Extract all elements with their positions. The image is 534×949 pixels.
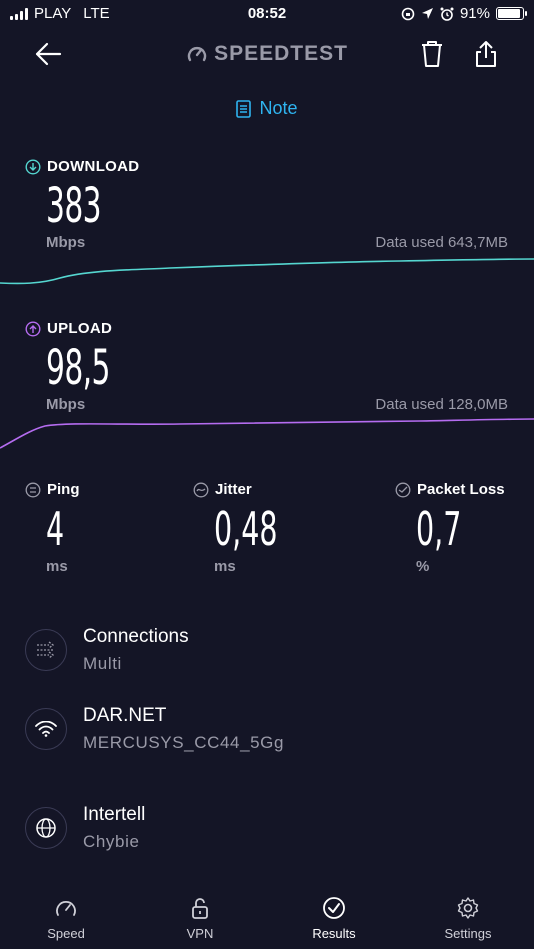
battery-icon [496, 7, 527, 20]
speedtest-logo-icon [187, 47, 207, 62]
packet-loss-label-text: Packet Loss [417, 481, 505, 498]
battery-fill [498, 9, 520, 18]
connections-row: Connections Multi [25, 625, 505, 675]
wifi-icon [35, 721, 57, 737]
tab-results-label: Results [312, 926, 356, 941]
download-data-used: Data used 643,7MB [375, 234, 508, 251]
network-row: DAR.NET MERCUSYS_CC44_5Gg [25, 704, 505, 754]
upload-arrow-icon [25, 320, 41, 337]
ping-label-text: Ping [47, 481, 80, 498]
connections-title: Connections [83, 626, 189, 647]
provider-sub: Chybie [83, 832, 140, 851]
tab-results[interactable]: Results [274, 896, 394, 941]
status-bar: PLAY LTE 08:52 91% [0, 0, 534, 28]
delete-button[interactable] [416, 38, 448, 70]
upload-label: UPLOAD [25, 320, 112, 337]
battery-percent: 91% [459, 5, 490, 22]
jitter-label: Jitter [193, 481, 252, 498]
upload-label-text: UPLOAD [47, 320, 113, 337]
tab-settings[interactable]: Settings [408, 896, 528, 941]
jitter-label-text: Jitter [215, 481, 252, 498]
provider-title: Intertell [83, 804, 146, 825]
app-header: SPEEDTEST [0, 30, 534, 80]
upload-value: 98,5 [46, 340, 110, 396]
brand-name: SPEEDTEST [214, 42, 348, 65]
location-icon [421, 8, 433, 19]
jitter-value: 0,48 [214, 502, 278, 556]
globe-icon [36, 818, 56, 838]
globe-icon-circle [25, 807, 67, 849]
jitter-icon [193, 482, 209, 497]
provider-row: Intertell Chybie [25, 803, 505, 853]
ping-icon [25, 482, 41, 497]
note-icon [236, 99, 252, 118]
connections-icon [37, 641, 55, 659]
packet-loss-unit: % [416, 558, 430, 575]
download-label-text: DOWNLOAD [47, 158, 140, 175]
packet-loss-icon [395, 482, 411, 497]
ping-unit: ms [46, 558, 68, 575]
packet-loss-value: 0,7 [416, 502, 462, 556]
download-arrow-icon [25, 158, 41, 175]
unlock-icon [192, 898, 208, 919]
download-value: 383 [46, 178, 102, 234]
connections-sub: Multi [83, 654, 122, 673]
brand-logo: SPEEDTEST [0, 42, 534, 66]
speedometer-icon [56, 901, 76, 916]
status-right: 91% [401, 5, 527, 22]
share-button[interactable] [470, 38, 502, 70]
tab-bar: Speed VPN Results Settings [0, 890, 534, 949]
jitter-unit: ms [214, 558, 236, 575]
download-graph [0, 258, 534, 285]
trash-icon [422, 41, 442, 67]
network-sub: MERCUSYS_CC44_5Gg [83, 733, 285, 752]
tab-vpn-label: VPN [186, 926, 214, 941]
network-title: DAR.NET [83, 705, 167, 726]
upload-graph [0, 418, 534, 449]
ping-label: Ping [25, 481, 80, 498]
note-button[interactable]: Note [0, 98, 534, 119]
tab-speed[interactable]: Speed [6, 896, 126, 941]
share-icon [476, 41, 496, 67]
ping-value: 4 [46, 502, 65, 556]
gear-icon [457, 897, 479, 919]
rotation-lock-icon [401, 7, 415, 20]
note-label: Note [259, 98, 298, 118]
alarm-icon [440, 7, 454, 21]
download-label: DOWNLOAD [25, 158, 139, 175]
packet-loss-label: Packet Loss [395, 481, 505, 498]
connections-icon-circle [25, 629, 67, 671]
tab-vpn[interactable]: VPN [140, 896, 260, 941]
wifi-icon-circle [25, 708, 67, 750]
download-unit: Mbps [46, 234, 86, 251]
tab-speed-label: Speed [47, 926, 85, 941]
check-circle-icon [323, 897, 345, 919]
tab-settings-label: Settings [444, 926, 492, 941]
